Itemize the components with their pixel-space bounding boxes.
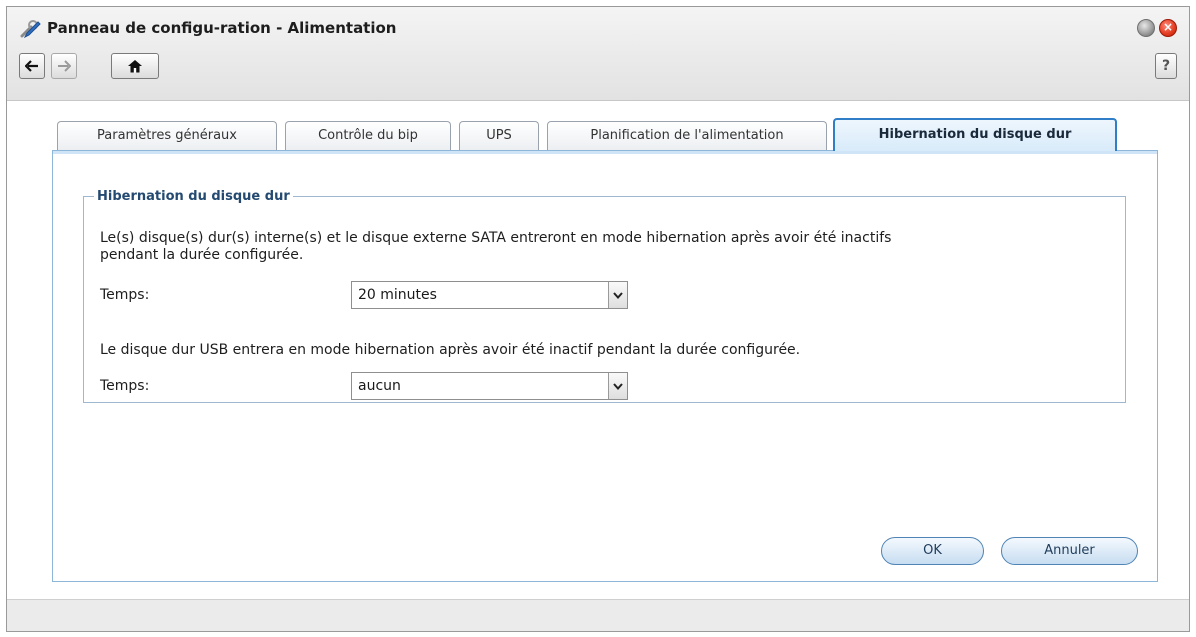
help-button[interactable]: ? <box>1155 53 1177 79</box>
internal-desc-line2: pendant la durée configurée. <box>100 247 304 263</box>
control-panel-tools-icon <box>19 18 41 40</box>
tab-power-schedule[interactable]: Planification de l'alimentation <box>547 121 827 150</box>
internal-time-value: 20 minutes <box>358 287 437 303</box>
control-panel-window: Panneau de configu-ration - Alimentation… <box>6 6 1190 632</box>
arrow-right-icon <box>58 60 71 72</box>
arrow-left-icon <box>25 60 38 72</box>
hdd-hibernation-group: Hibernation du disque dur Le(s) disque(s… <box>83 189 1126 403</box>
back-button[interactable] <box>19 53 45 79</box>
internal-desc-line1: Le(s) disque(s) dur(s) interne(s) et le … <box>100 230 892 246</box>
window-footer <box>7 599 1189 631</box>
usb-disk-description: Le disque dur USB entrera en mode hibern… <box>100 342 801 358</box>
cancel-button[interactable]: Annuler <box>1001 537 1138 565</box>
close-icon: × <box>1162 20 1174 34</box>
tab-beep-control[interactable]: Contrôle du bip <box>285 121 451 150</box>
home-icon <box>128 60 142 73</box>
window-titlebar: Panneau de configu-ration - Alimentation… <box>7 7 1189 101</box>
forward-button[interactable] <box>51 53 77 79</box>
tab-hdd-hibernation[interactable]: Hibernation du disque dur <box>833 118 1117 151</box>
tab-general-settings[interactable]: Paramètres généraux <box>57 121 277 150</box>
internal-time-select[interactable]: 20 minutes <box>351 281 628 309</box>
usb-time-value: aucun <box>358 378 401 394</box>
internal-disk-description: Le(s) disque(s) dur(s) interne(s) et le … <box>100 230 891 264</box>
usb-time-select[interactable]: aucun <box>351 372 628 400</box>
hdd-hibernation-panel: Hibernation du disque dur Le(s) disque(s… <box>52 150 1158 582</box>
internal-time-label: Temps: <box>100 287 150 303</box>
window-title: Panneau de configu-ration - Alimentation <box>47 19 397 37</box>
group-legend: Hibernation du disque dur <box>97 189 290 204</box>
chevron-down-icon[interactable] <box>608 373 627 399</box>
chevron-down-icon[interactable] <box>608 282 627 308</box>
usb-time-label: Temps: <box>100 378 150 394</box>
minimize-button[interactable] <box>1137 19 1155 37</box>
close-button[interactable]: × <box>1159 19 1177 37</box>
ok-button[interactable]: OK <box>881 537 984 565</box>
tab-ups[interactable]: UPS <box>459 121 539 150</box>
home-button[interactable] <box>111 53 159 79</box>
